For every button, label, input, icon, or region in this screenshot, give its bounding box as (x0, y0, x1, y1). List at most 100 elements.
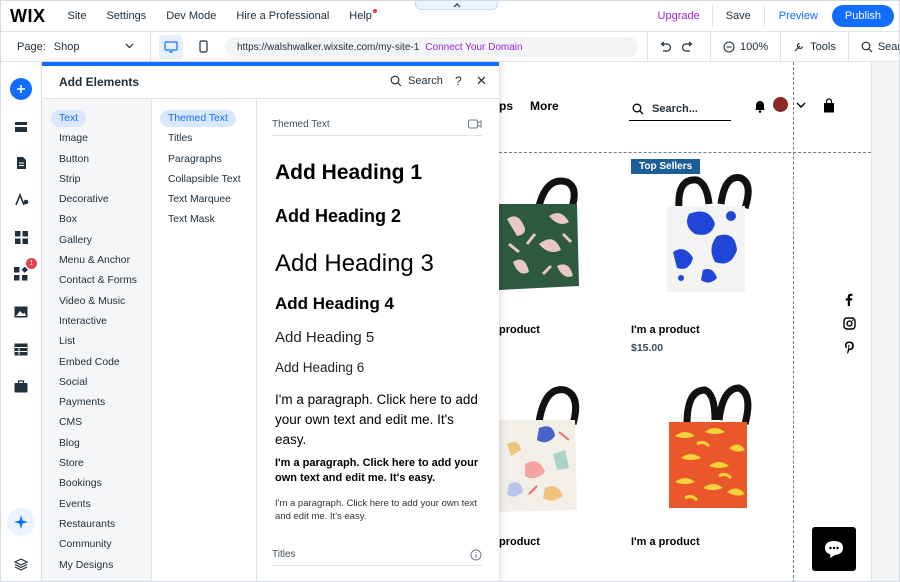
site-search-placeholder: Search... (652, 102, 698, 115)
product-image-green-tote[interactable] (499, 174, 589, 294)
product-image-pastel-tote[interactable] (499, 384, 589, 514)
paragraph-1-preset[interactable]: I'm a paragraph. Click here to add your … (275, 390, 482, 450)
bell-icon[interactable] (754, 99, 766, 113)
menu-help[interactable]: Help (349, 9, 377, 22)
category-bookings[interactable]: Bookings (42, 474, 151, 494)
help-icon[interactable]: ? (455, 74, 462, 88)
ai-assistant-button[interactable] (7, 508, 35, 536)
category-decorative[interactable]: Decorative (42, 190, 151, 210)
facebook-icon[interactable] (839, 293, 859, 306)
category-video-music[interactable]: Video & Music (42, 292, 151, 312)
category-payments[interactable]: Payments (42, 393, 151, 413)
mobile-view-button[interactable] (191, 35, 215, 59)
category-social[interactable]: Social (42, 373, 151, 393)
undo-icon[interactable] (658, 41, 672, 53)
cms-button[interactable] (9, 337, 33, 361)
heading-1-preset[interactable]: Add Heading 1 (275, 161, 422, 185)
menu-hire-professional[interactable]: Hire a Professional (236, 10, 329, 22)
design-button[interactable] (9, 188, 33, 212)
category-community[interactable]: Community (42, 535, 151, 555)
publish-button[interactable]: Publish (831, 5, 894, 27)
subcategory-text-mask[interactable]: Text Mask (152, 210, 256, 230)
category-events[interactable]: Events (42, 495, 151, 515)
chevron-down-icon[interactable] (796, 102, 806, 109)
apps-button[interactable] (9, 225, 33, 249)
top-bar: WIX Site Settings Dev Mode Hire a Profes… (1, 1, 899, 32)
heading-2-preset[interactable]: Add Heading 2 (275, 206, 401, 227)
pinterest-icon[interactable] (839, 341, 859, 354)
category-store[interactable]: Store (42, 454, 151, 474)
product-name[interactable]: product (499, 324, 540, 336)
subcategory-titles[interactable]: Titles (152, 129, 256, 149)
app-market-button[interactable]: 1 (9, 258, 37, 286)
site-search-box[interactable]: Search... (629, 97, 731, 121)
info-icon[interactable] (470, 549, 482, 561)
zoom-control[interactable]: 100% (710, 32, 780, 62)
media-button[interactable] (9, 300, 33, 324)
video-icon[interactable] (468, 119, 482, 129)
subcategory-paragraphs[interactable]: Paragraphs (152, 150, 256, 170)
collapse-handle[interactable] (415, 1, 498, 10)
heading-3-preset[interactable]: Add Heading 3 (275, 250, 434, 278)
add-section-button[interactable] (9, 115, 33, 139)
site-nav-more[interactable]: More (530, 99, 559, 113)
category-contact-forms[interactable]: Contact & Forms (42, 271, 151, 291)
site-url-bar[interactable]: https://walshwalker.wixsite.com/my-site-… (225, 37, 638, 57)
redo-icon[interactable] (681, 41, 695, 53)
subcategory-text-marquee[interactable]: Text Marquee (152, 190, 256, 210)
menu-site[interactable]: Site (68, 10, 87, 22)
heading-6-preset[interactable]: Add Heading 6 (275, 360, 364, 375)
connect-domain-link[interactable]: Connect Your Domain (425, 42, 522, 53)
paragraph-3-preset[interactable]: I'm a paragraph. Click here to add your … (275, 497, 482, 523)
product-name[interactable]: I'm a product (631, 324, 700, 336)
menu-settings[interactable]: Settings (106, 10, 146, 22)
menu-dev-mode[interactable]: Dev Mode (166, 10, 216, 22)
chat-button[interactable] (812, 527, 856, 571)
page-selector[interactable]: Page: Shop (1, 31, 151, 62)
paragraph-2-preset[interactable]: I'm a paragraph. Click here to add your … (275, 456, 482, 486)
subcategory-list: Themed Text Titles Paragraphs Collapsibl… (152, 99, 257, 581)
desktop-view-button[interactable] (159, 34, 183, 59)
subcategory-themed-text[interactable]: Themed Text (152, 109, 256, 129)
category-list-item[interactable]: List (42, 332, 151, 352)
subcategory-collapsible-text[interactable]: Collapsible Text (152, 170, 256, 190)
category-strip[interactable]: Strip (42, 170, 151, 190)
upgrade-button[interactable]: Upgrade (658, 5, 713, 27)
heading-5-preset[interactable]: Add Heading 5 (275, 329, 374, 346)
category-text[interactable]: Text (42, 109, 151, 129)
product-image-blue-tote[interactable] (659, 174, 759, 294)
wix-logo[interactable]: WIX (10, 6, 46, 27)
business-button[interactable] (9, 374, 33, 398)
category-my-designs[interactable]: My Designs (42, 556, 151, 576)
category-gallery[interactable]: Gallery (42, 231, 151, 251)
editor-search-button[interactable]: Search (847, 32, 899, 62)
save-button[interactable]: Save (713, 5, 765, 27)
section-label-themed-text: Themed Text (272, 119, 482, 136)
category-image[interactable]: Image (42, 129, 151, 149)
category-menu-anchor[interactable]: Menu & Anchor (42, 251, 151, 271)
product-image-banana-tote[interactable] (659, 384, 759, 514)
avatar[interactable] (773, 97, 788, 112)
notification-badge: 1 (26, 258, 37, 269)
category-interactive[interactable]: Interactive (42, 312, 151, 332)
product-name[interactable]: product (499, 536, 540, 548)
category-restaurants[interactable]: Restaurants (42, 515, 151, 535)
add-elements-button[interactable] (10, 78, 32, 100)
category-cms[interactable]: CMS (42, 413, 151, 433)
page-value: Shop (53, 40, 80, 53)
instagram-icon[interactable] (839, 317, 859, 330)
category-box[interactable]: Box (42, 210, 151, 230)
panel-search-button[interactable]: Search (390, 75, 443, 87)
site-nav-item-partial[interactable]: ps (499, 99, 513, 113)
layers-button[interactable] (9, 552, 33, 576)
category-blog[interactable]: Blog (42, 434, 151, 454)
heading-4-preset[interactable]: Add Heading 4 (275, 294, 394, 314)
category-embed-code[interactable]: Embed Code (42, 353, 151, 373)
close-icon[interactable]: ✕ (476, 73, 487, 89)
cart-icon[interactable] (823, 98, 835, 113)
product-name[interactable]: I'm a product (631, 536, 700, 548)
pages-button[interactable] (9, 151, 33, 175)
preview-button[interactable]: Preview (765, 5, 832, 27)
tools-button[interactable]: Tools (780, 32, 848, 62)
category-button[interactable]: Button (42, 150, 151, 170)
